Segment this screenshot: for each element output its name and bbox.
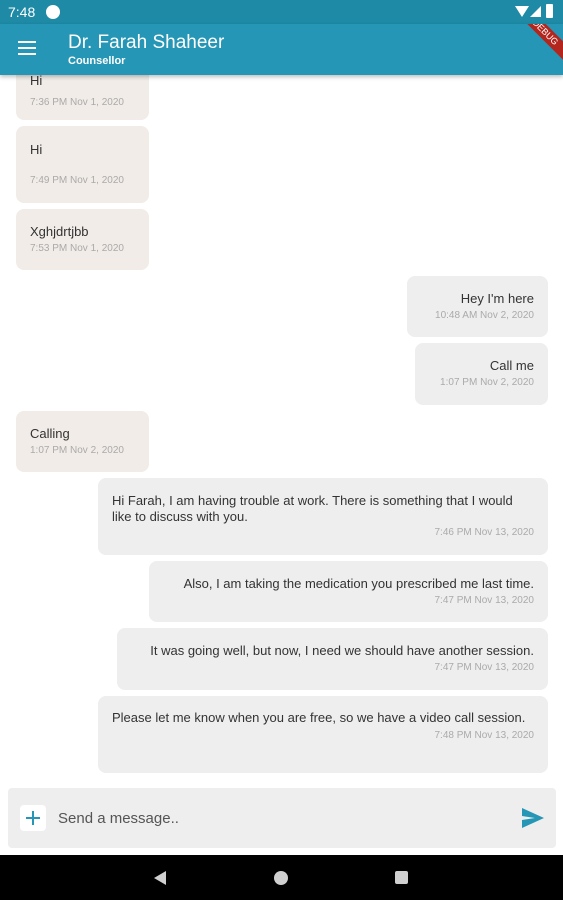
message-bubble-outgoing: Hey I'm here 10:48 AM Nov 2, 2020 xyxy=(407,276,548,337)
status-time: 7:48 xyxy=(8,4,36,20)
message-text: Also, I am taking the medication you pre… xyxy=(183,576,534,591)
debug-banner: DEBUG xyxy=(512,24,563,66)
status-bar: 7:48 xyxy=(0,0,563,24)
page-title: Dr. Farah Shaheer xyxy=(68,32,225,53)
message-timestamp: 7:47 PM Nov 13, 2020 xyxy=(434,662,534,673)
plus-icon xyxy=(20,805,46,831)
message-text: Call me xyxy=(489,358,534,373)
message-bubble-incoming: Hi 7:49 PM Nov 1, 2020 xyxy=(16,126,149,203)
message-bubble-outgoing: Hi Farah, I am having trouble at work. T… xyxy=(98,478,548,555)
message-bubble-incoming: Hi 7:36 PM Nov 1, 2020 xyxy=(16,75,149,120)
message-timestamp: 7:53 PM Nov 1, 2020 xyxy=(30,243,124,254)
message-text: Xghjdrtjbb xyxy=(30,224,89,239)
message-list[interactable]: Hi 7:36 PM Nov 1, 2020 Hi 7:49 PM Nov 1,… xyxy=(0,75,563,787)
message-bubble-outgoing: Also, I am taking the medication you pre… xyxy=(149,561,548,622)
message-timestamp: 7:36 PM Nov 1, 2020 xyxy=(30,97,124,108)
wifi-icon xyxy=(515,6,529,17)
message-text: Hi xyxy=(30,75,43,88)
message-text: Hey I'm here xyxy=(460,291,534,306)
message-bubble-incoming: Calling 1:07 PM Nov 2, 2020 xyxy=(16,411,149,472)
send-icon xyxy=(522,808,544,828)
message-bubble-outgoing: Please let me know when you are free, so… xyxy=(98,696,548,773)
signal-icon xyxy=(530,6,541,17)
message-timestamp: 7:49 PM Nov 1, 2020 xyxy=(30,175,124,186)
notification-app-icon xyxy=(46,5,60,19)
menu-icon[interactable] xyxy=(18,41,36,55)
message-text: Hi Farah, I am having trouble at work. T… xyxy=(112,493,513,524)
message-bubble-outgoing: Call me 1:07 PM Nov 2, 2020 xyxy=(415,343,548,405)
message-text: Hi xyxy=(30,142,43,157)
message-timestamp: 7:48 PM Nov 13, 2020 xyxy=(434,730,534,741)
message-text: Please let me know when you are free, so… xyxy=(112,710,526,725)
send-button[interactable] xyxy=(520,806,546,830)
recents-icon[interactable] xyxy=(395,871,408,884)
add-attachment-button[interactable] xyxy=(20,805,46,831)
message-timestamp: 1:07 PM Nov 2, 2020 xyxy=(440,377,534,388)
message-bubble-outgoing: It was going well, but now, I need we sh… xyxy=(117,628,548,690)
message-text: It was going well, but now, I need we sh… xyxy=(150,643,534,658)
message-bubble-incoming: Xghjdrtjbb 7:53 PM Nov 1, 2020 xyxy=(16,209,149,270)
status-icons xyxy=(511,4,555,20)
battery-icon xyxy=(546,4,553,18)
system-nav-bar xyxy=(0,855,563,900)
message-timestamp: 10:48 AM Nov 2, 2020 xyxy=(435,310,534,321)
message-timestamp: 1:07 PM Nov 2, 2020 xyxy=(30,445,124,456)
message-timestamp: 7:46 PM Nov 13, 2020 xyxy=(434,527,534,538)
message-text: Calling xyxy=(30,426,70,441)
message-timestamp: 7:47 PM Nov 13, 2020 xyxy=(434,595,534,606)
app-bar: Dr. Farah Shaheer Counsellor DEBUG xyxy=(0,24,563,75)
message-composer xyxy=(8,788,556,848)
message-input[interactable] xyxy=(58,806,498,830)
home-icon[interactable] xyxy=(274,871,288,885)
back-icon[interactable] xyxy=(154,871,166,885)
page-subtitle: Counsellor xyxy=(68,55,126,67)
